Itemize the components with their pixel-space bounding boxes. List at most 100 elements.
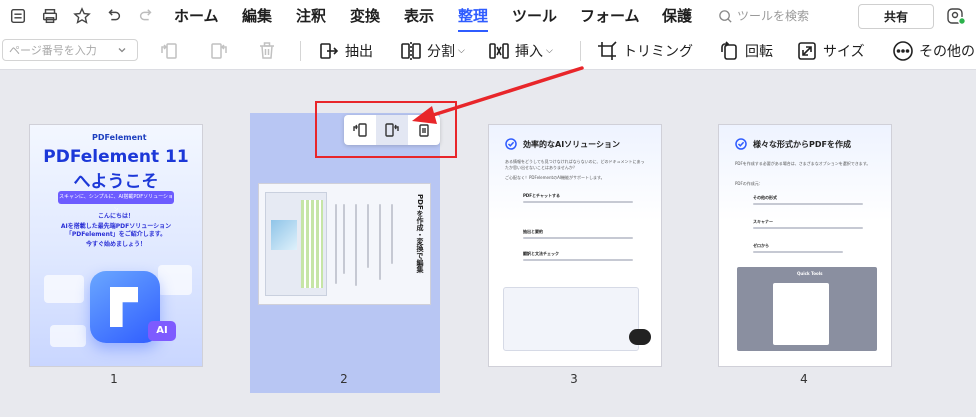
check-icon bbox=[505, 138, 517, 150]
extract-label: 抽出 bbox=[345, 44, 373, 60]
chevron-down-icon: ⌵ bbox=[458, 46, 465, 56]
brand-logo: PDFelement bbox=[92, 133, 147, 142]
page-number-2: 2 bbox=[340, 372, 348, 386]
menu-form[interactable]: フォーム bbox=[580, 6, 640, 28]
page1-title: PDFelement 11 bbox=[43, 147, 189, 167]
redo-icon[interactable] bbox=[136, 6, 156, 26]
tool-search[interactable] bbox=[718, 6, 848, 26]
crop-label: トリミング bbox=[623, 44, 693, 60]
page1-line2: 「PDFelement」をご紹介します。 bbox=[65, 231, 167, 238]
rotate-icon bbox=[721, 41, 737, 60]
page1-line3: 今すぐ始めましょう！ bbox=[85, 241, 146, 248]
page2-text-line bbox=[367, 204, 369, 268]
page2-text-line bbox=[391, 204, 393, 264]
size-button[interactable]: サイズ bbox=[796, 37, 865, 65]
hamburger-icon[interactable] bbox=[8, 6, 28, 26]
page1-greeting: こんにちは！ bbox=[97, 213, 134, 220]
page4-item3: ゼロから bbox=[753, 243, 769, 248]
menu-tools[interactable]: ツール bbox=[512, 6, 557, 28]
page2-text-line bbox=[379, 204, 381, 280]
star-icon[interactable] bbox=[72, 6, 92, 26]
delete-page-button[interactable] bbox=[256, 37, 278, 65]
account-icon[interactable] bbox=[946, 7, 966, 25]
menu-bar: ホーム 編集 注釈 変換 表示 整理 ツール フォーム 保護 共有 bbox=[0, 0, 976, 32]
page2-table bbox=[301, 200, 323, 288]
menu-protect[interactable]: 保護 bbox=[662, 6, 692, 28]
page3-item1: PDFとチャットする bbox=[523, 193, 560, 198]
rotate-left-icon bbox=[161, 43, 177, 59]
menu-annotate[interactable]: 注釈 bbox=[296, 6, 326, 28]
page1-pill: スキャンに、シンプルに、AI搭載PDFソリューション bbox=[58, 191, 174, 213]
page2-heading: PDFを作成・変換で編集 bbox=[416, 194, 424, 273]
page-number-4: 4 bbox=[800, 372, 808, 386]
page4-text-line bbox=[753, 251, 843, 253]
page3-title: 効率的なAIソリューション bbox=[523, 140, 621, 149]
check-icon bbox=[735, 138, 747, 150]
page-thumbnail-3[interactable]: 効率的なAIソリューション ある情報をどうしても見つけなければならないのに、どの… bbox=[489, 125, 661, 366]
more-button[interactable]: その他の bbox=[892, 37, 975, 65]
split-label: 分割 bbox=[427, 44, 455, 60]
page-number-input[interactable] bbox=[9, 43, 117, 57]
search-input[interactable] bbox=[737, 9, 847, 23]
ai-bot-icon bbox=[629, 329, 651, 345]
page-number-dropdown[interactable] bbox=[2, 39, 138, 61]
page4-text-line bbox=[753, 203, 863, 205]
extract-icon bbox=[320, 43, 339, 59]
more-label: その他の bbox=[919, 44, 975, 60]
page3-item2: 抽出と要約 bbox=[523, 229, 543, 234]
organize-toolbar: 抽出 分割⌵ 挿入⌵ トリミング 回転 サイズ その他の bbox=[0, 32, 976, 70]
rotate-label: 回転 bbox=[745, 44, 773, 60]
quick-tools-panel bbox=[773, 283, 829, 345]
page3-support: ご心配なく！PDFelementのAI機能がサポートします。 bbox=[505, 175, 605, 180]
page4-sub: PDFの作成元： bbox=[735, 181, 763, 186]
page3-intro: ある情報をどうしても見つけなければならないのに、どのドキュメントにあったか思い出… bbox=[505, 159, 645, 170]
rotate-left-button[interactable] bbox=[158, 37, 180, 65]
insert-icon bbox=[489, 43, 509, 59]
insert-button[interactable]: 挿入 ⌵ bbox=[488, 37, 553, 65]
menu-view[interactable]: 表示 bbox=[404, 6, 434, 28]
search-icon bbox=[719, 9, 732, 23]
decor-card bbox=[158, 265, 192, 295]
menu-home[interactable]: ホーム bbox=[174, 6, 219, 28]
toolbar-divider bbox=[580, 41, 581, 61]
page-thumbnail-1[interactable]: PDFelement PDFelement 11 へようこそ スキャンに、シンプ… bbox=[30, 125, 202, 366]
menu-convert[interactable]: 変換 bbox=[350, 6, 380, 28]
page3-text-line bbox=[523, 259, 633, 261]
undo-icon[interactable] bbox=[104, 6, 124, 26]
page4-item1: その他の形式 bbox=[753, 195, 777, 200]
split-button[interactable]: 分割 ⌵ bbox=[400, 37, 465, 65]
share-button[interactable]: 共有 bbox=[858, 4, 934, 29]
menu-organize[interactable]: 整理 bbox=[458, 6, 489, 32]
page1-subtitle: へようこそ bbox=[73, 172, 159, 192]
page-thumbnail-4[interactable]: 様々な形式からPDFを作成 PDFを作成する必要がある場合は、さまざまなオプショ… bbox=[719, 125, 891, 366]
page3-chat-screenshot bbox=[503, 287, 639, 351]
page4-title: 様々な形式からPDFを作成 bbox=[753, 140, 851, 149]
page2-text-line bbox=[343, 204, 345, 274]
trash-icon bbox=[260, 42, 274, 59]
page4-app-screenshot: Quick Tools bbox=[737, 267, 877, 351]
menu-edit[interactable]: 編集 bbox=[242, 6, 272, 28]
chevron-down-icon bbox=[118, 48, 126, 53]
page2-text-line bbox=[335, 204, 337, 284]
page-grid: PDFelement PDFelement 11 へようこそ スキャンに、シンプ… bbox=[0, 70, 976, 417]
page4-intro: PDFを作成する必要がある場合は、さまざまなオプションを選択できます。 bbox=[735, 161, 871, 166]
decor-card bbox=[50, 325, 86, 347]
extract-button[interactable]: 抽出 bbox=[318, 37, 373, 65]
page3-text-line bbox=[523, 201, 633, 203]
rotate-right-icon bbox=[211, 43, 227, 59]
insert-label: 挿入 bbox=[515, 44, 543, 60]
annotation-highlight-box bbox=[315, 101, 457, 158]
ai-badge: AI bbox=[148, 321, 176, 341]
page2-text-line bbox=[355, 204, 357, 286]
crop-button[interactable]: トリミング bbox=[596, 37, 693, 65]
more-icon bbox=[893, 41, 913, 61]
page3-item3: 翻訳と文法チェック bbox=[523, 251, 559, 256]
resize-icon bbox=[798, 42, 816, 60]
page3-text-line bbox=[523, 237, 633, 239]
rotate-button[interactable]: 回転 bbox=[718, 37, 773, 65]
rotate-right-button[interactable] bbox=[208, 37, 230, 65]
page-thumbnail-2[interactable]: PDFを作成・変換で編集 bbox=[259, 184, 430, 304]
print-icon[interactable] bbox=[40, 6, 60, 26]
crop-icon bbox=[598, 41, 617, 60]
size-label: サイズ bbox=[823, 44, 865, 60]
